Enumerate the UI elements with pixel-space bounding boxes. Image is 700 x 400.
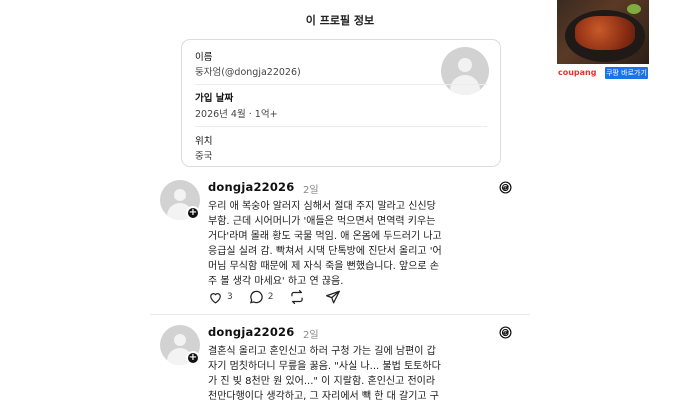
profile-info-title: 이 프로필 정보 [305,14,375,27]
threads-logo-icon[interactable] [499,181,512,194]
share-button[interactable] [325,290,345,304]
like-button[interactable]: 3 [208,291,233,304]
follow-plus-icon[interactable]: + [186,351,200,365]
ad-brand-logo[interactable]: coupang [558,68,596,77]
name-label: 이름 [195,52,213,63]
comment-count: 2 [267,292,274,302]
comment-button[interactable]: 2 [249,290,274,304]
profile-avatar [441,47,489,95]
post-text: 결혼식 올리고 혼인신고 하러 구청 가는 길에 남편이 갑 자기 멈칫하더니 … [208,346,441,400]
post: + dongja22026 2일 결혼식 올리고 혼인신고 하러 구청 가는 길… [160,325,530,400]
follow-plus-icon[interactable]: + [186,206,200,220]
post-time: 2일 [303,185,319,196]
post-username[interactable]: dongja22026 [208,325,294,339]
post-actions: 3 2 [208,290,361,304]
location-value: 중국 [195,151,213,162]
heart-icon [210,292,221,304]
post-username[interactable]: dongja22026 [208,180,294,194]
card-divider [195,126,487,127]
location-label: 위치 [195,136,213,147]
ad-cta-button[interactable]: 쿠팡 바로가기 [605,67,648,79]
send-icon [326,290,341,304]
post-avatar[interactable]: + [160,180,200,220]
like-count: 3 [227,292,233,302]
page: 이 프로필 정보 이름 둥자엄(@dongja22026) 가입 날짜 2026… [0,0,700,400]
card-divider [195,84,487,85]
post-time: 2일 [303,330,319,341]
comment-bubble-icon [249,290,263,304]
repost-icon [291,290,304,304]
post-separator [150,314,530,315]
profile-info-card: 이름 둥자엄(@dongja22026) 가입 날짜 2026년 4월 · 1억… [181,39,501,167]
ad-food-image[interactable] [557,0,649,64]
joined-value: 2026년 4월 · 1억+ [195,109,278,120]
threads-logo-icon[interactable] [499,326,512,339]
post-text: 우리 애 복숭아 알러지 심해서 절대 주지 말라고 신신당 부함. 근데 시어… [208,201,442,287]
name-value: 둥자엄(@dongja22026) [195,67,301,78]
repost-button[interactable] [289,290,309,304]
post-avatar[interactable]: + [160,325,200,365]
post: + dongja22026 2일 우리 애 복숭아 알러지 심해서 절대 주지 … [160,180,530,310]
joined-label: 가입 날짜 [195,93,234,104]
coupang-ad[interactable]: coupang 쿠팡 바로가기 [557,0,649,80]
